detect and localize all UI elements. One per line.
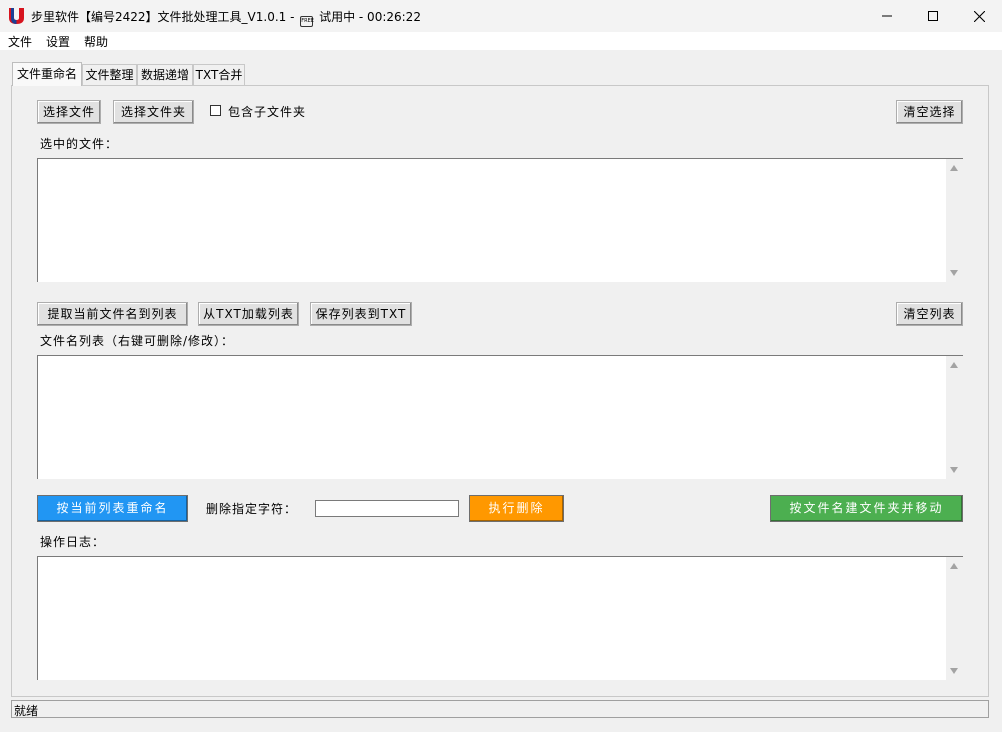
minimize-icon (882, 15, 892, 17)
menu-settings[interactable]: 设置 (46, 33, 70, 50)
window-title: 步里软件【编号2422】文件批处理工具_V1.0.1 - FREE 试用中 - … (31, 8, 421, 27)
selected-files-label: 选中的文件： (40, 137, 119, 151)
scroll-down-icon[interactable] (950, 270, 958, 276)
selected-files-list[interactable] (37, 158, 963, 282)
tab-data-increment[interactable]: 数据递增 (137, 64, 193, 85)
delete-chars-input[interactable] (315, 500, 459, 517)
filename-list-scrollbar[interactable] (946, 356, 963, 479)
select-file-button[interactable]: 选择文件 (37, 100, 101, 124)
menu-bar: 文件 设置 帮助 (0, 32, 1002, 50)
selected-files-scrollbar[interactable] (946, 159, 963, 282)
execute-delete-button[interactable]: 执行删除 (469, 495, 564, 522)
maximize-icon (928, 11, 938, 21)
tab-txt-merge[interactable]: TXT合并 (193, 64, 245, 85)
scroll-down-icon[interactable] (950, 467, 958, 473)
menu-help[interactable]: 帮助 (84, 33, 108, 50)
filename-list-label: 文件名列表（右键可删除/修改）： (40, 334, 235, 348)
scroll-up-icon[interactable] (950, 165, 958, 171)
load-from-txt-button[interactable]: 从TXT加载列表 (198, 302, 299, 326)
status-text: 就绪 (14, 704, 39, 718)
operation-log-label: 操作日志： (40, 535, 106, 549)
minimize-button[interactable] (864, 0, 910, 32)
title-bar: 步里软件【编号2422】文件批处理工具_V1.0.1 - FREE 试用中 - … (0, 0, 1002, 32)
clear-list-button[interactable]: 清空列表 (896, 302, 963, 326)
scroll-up-icon[interactable] (950, 362, 958, 368)
tab-file-organize[interactable]: 文件整理 (82, 64, 137, 85)
select-folder-button[interactable]: 选择文件夹 (113, 100, 194, 124)
extract-filenames-button[interactable]: 提取当前文件名到列表 (37, 302, 188, 326)
operation-log-scrollbar[interactable] (946, 557, 963, 680)
include-subfolders-checkbox[interactable] (210, 105, 221, 116)
tab-file-rename[interactable]: 文件重命名 (12, 62, 82, 86)
include-subfolders-label: 包含子文件夹 (228, 105, 307, 119)
operation-log[interactable] (37, 556, 963, 680)
delete-chars-label: 删除指定字符： (206, 502, 298, 516)
window-title-suffix: 试用中 - 00:26:22 (319, 10, 421, 24)
maximize-button[interactable] (910, 0, 956, 32)
rename-by-list-button[interactable]: 按当前列表重命名 (37, 495, 188, 522)
filename-list[interactable] (37, 355, 963, 479)
create-folder-and-move-button[interactable]: 按文件名建文件夹并移动 (770, 495, 963, 522)
free-badge-icon: FREE (300, 16, 314, 27)
window-title-prefix: 步里软件【编号2422】文件批处理工具_V1.0.1 - (31, 10, 295, 24)
close-button[interactable] (956, 0, 1002, 32)
app-logo-icon (9, 8, 24, 24)
save-to-txt-button[interactable]: 保存列表到TXT (310, 302, 412, 326)
status-bar: 就绪 (11, 700, 989, 718)
scroll-up-icon[interactable] (950, 563, 958, 569)
close-icon (973, 10, 985, 22)
clear-selection-button[interactable]: 清空选择 (896, 100, 963, 124)
scroll-down-icon[interactable] (950, 668, 958, 674)
menu-file[interactable]: 文件 (8, 33, 32, 50)
